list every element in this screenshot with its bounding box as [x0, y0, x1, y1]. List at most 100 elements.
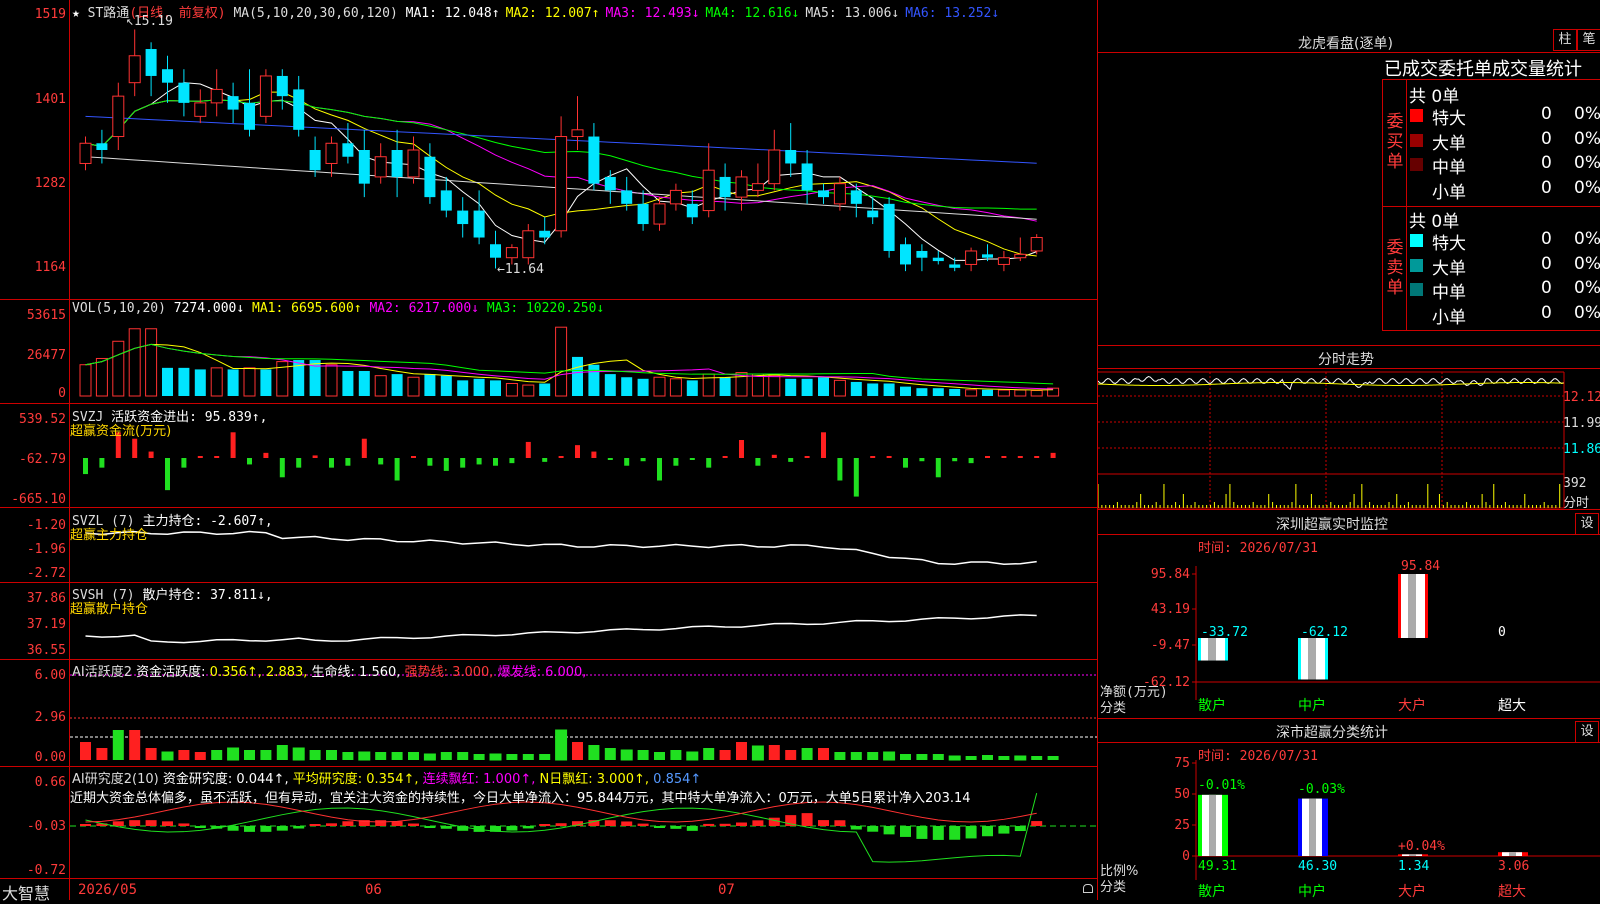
volume-bar: [801, 378, 813, 396]
candle-up: [1030, 237, 1043, 252]
volume-bar: [473, 378, 485, 396]
lock-icon[interactable]: [1083, 884, 1093, 893]
fund-bar: [886, 456, 892, 458]
ai-comment: 近期大资金总体偏多，虽不活跃，但有异动，宜关注大资金的持续性，今日大单净流入：9…: [70, 791, 971, 806]
activity-bar: [1047, 756, 1059, 760]
research-bar: [555, 823, 567, 826]
candle-down: [162, 69, 173, 83]
ss-category-label: 散户: [1198, 883, 1226, 900]
ma-list: MA1: 12.048↑ MA2: 12.007↑ MA3: 12.493↓ MA4:…: [406, 6, 1006, 21]
activity-bar: [1014, 755, 1027, 761]
fund-bar: [985, 456, 990, 458]
candle-down: [473, 210, 485, 238]
ss-category-label: 中户: [1298, 883, 1326, 900]
fund-bar: [361, 438, 367, 458]
activity-bar: [982, 755, 993, 760]
candle-down: [604, 176, 616, 191]
y-tick: 53615: [26, 308, 66, 323]
research-bar: [276, 826, 288, 831]
y-tick: -2.72: [26, 566, 66, 581]
research-bar: [194, 826, 206, 828]
y-tick: 539.52: [19, 412, 66, 427]
fund-bar: [509, 458, 515, 464]
fund-bar: [870, 456, 876, 458]
main-header: ★ ST路通(日线, 前复权) MA(5,10,20,30,60,120) MA…: [72, 2, 1005, 21]
volume-bar: [112, 340, 125, 397]
svzl-sub: 超赢主力持仓: [70, 528, 149, 543]
activity-bar: [244, 750, 255, 760]
sz-category-label: 超大: [1498, 698, 1526, 714]
candle-up: [702, 169, 715, 212]
candle-up: [653, 203, 666, 225]
activity-bar: [408, 752, 419, 760]
fund-bar: [230, 432, 236, 458]
ss-change-label: -0.03%: [1298, 782, 1345, 797]
fund-bar: [657, 458, 662, 481]
candle-down: [932, 257, 944, 262]
research-bar: [670, 826, 682, 829]
fund-bar: [181, 458, 187, 468]
volume-bar: [1014, 389, 1027, 397]
volume-bar: [128, 328, 141, 397]
ss-bar: [1498, 852, 1528, 856]
ai-huoyue-header: AI活跃度2 资金活跃度: 0.356↑, 2.883, 生命线: 1.560,…: [72, 665, 587, 680]
fund-bar: [83, 458, 88, 475]
research-bar: [260, 826, 272, 832]
volume-bar: [637, 378, 649, 396]
candle-up: [997, 257, 1010, 265]
fund-bar: [968, 458, 974, 464]
fund-bar: [640, 458, 646, 462]
activity-bar: [506, 754, 518, 760]
activity-bar: [867, 752, 879, 760]
y-tick: -0.72: [26, 863, 66, 878]
fund-bar: [1034, 456, 1040, 458]
fund-bar: [952, 458, 958, 462]
fund-bar: [345, 458, 351, 466]
volume-bar: [342, 370, 354, 396]
volume-bar: [210, 367, 223, 397]
activity-bar: [522, 754, 534, 760]
research-bar: [178, 823, 190, 826]
activity-bar: [292, 747, 305, 761]
volume-bar: [932, 388, 944, 396]
sz-bar-shade: [1408, 574, 1416, 638]
research-bar: [916, 826, 928, 839]
candle-down: [309, 150, 321, 171]
fund-bar: [837, 458, 843, 481]
research-bar: [424, 826, 436, 828]
activity-bar: [489, 753, 502, 761]
fund-bar: [247, 458, 252, 465]
ma-value: MA6: 13.252↓: [905, 6, 1000, 21]
ss-value-label: 1.34: [1398, 859, 1429, 874]
activity-bar: [670, 750, 682, 760]
candle-up: [325, 142, 338, 164]
candle-up: [735, 176, 748, 198]
volume-bar: [457, 380, 469, 396]
fund-bar: [558, 456, 564, 458]
sz-y-tick: -9.47: [1151, 638, 1190, 653]
research-bar: [686, 826, 698, 831]
research-bar: [949, 826, 961, 840]
activity-bar: [686, 751, 699, 761]
volume-bar: [850, 381, 862, 396]
research-bar: [522, 826, 534, 829]
candle-up: [194, 102, 207, 117]
volume-bar: [490, 380, 501, 396]
candle-up: [374, 156, 387, 178]
ma-value: MA4: 12.616↓: [705, 6, 800, 21]
fund-bar: [804, 456, 810, 458]
research-bar: [1031, 821, 1043, 826]
activity-bar: [342, 752, 354, 760]
kline-chart[interactable]: [0, 0, 1098, 900]
candle-down: [227, 96, 239, 110]
y-tick: 0.66: [34, 775, 66, 790]
star-icon[interactable]: ★: [72, 6, 80, 21]
candle-up: [669, 189, 682, 205]
ss-value-label: 46.30: [1298, 859, 1337, 874]
sz-value-label: -33.72: [1201, 625, 1248, 640]
volume-bar: [79, 364, 92, 397]
fund-bar: [197, 456, 203, 458]
volume-bar: [194, 369, 206, 396]
fund-bar: [99, 458, 105, 468]
chart-area[interactable]: ★ ST路通(日线, 前复权) MA(5,10,20,30,60,120) MA…: [0, 0, 1098, 903]
